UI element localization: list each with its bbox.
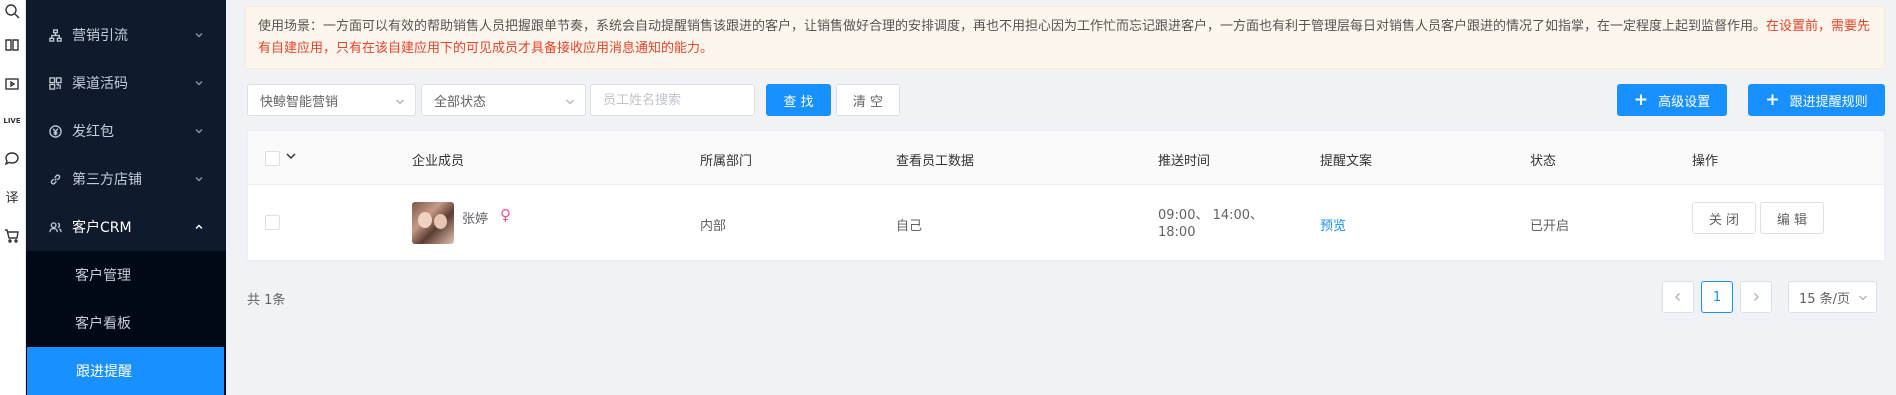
sidebar-item-label: 营销引流 bbox=[72, 28, 128, 44]
page-size-select[interactable]: 15 条/页 bbox=[1788, 281, 1877, 313]
yen-icon bbox=[48, 124, 62, 138]
follow-up-rule-button[interactable]: + 跟进提醒规则 bbox=[1748, 84, 1885, 116]
department-cell: 内部 bbox=[700, 219, 727, 234]
sidebar-item-label: 第三方店铺 bbox=[72, 172, 142, 188]
sidebar-item-channel-code[interactable]: 渠道活码 bbox=[26, 59, 226, 107]
sitemap-icon bbox=[48, 28, 62, 42]
chevron-left-icon bbox=[1675, 293, 1680, 301]
sidebar-item-third-party-store[interactable]: 第三方店铺 bbox=[26, 155, 226, 203]
select-dropdown-chevron-icon[interactable] bbox=[285, 150, 297, 166]
header-member: 企业成员 bbox=[412, 154, 465, 169]
crm-submenu: 客户管理 客户看板 跟进提醒 bbox=[26, 251, 226, 395]
sidebar-item-label: 客户CRM bbox=[72, 220, 132, 236]
chevron-down-icon bbox=[192, 78, 206, 88]
member-name: 张婷 bbox=[462, 212, 489, 227]
header-status: 状态 bbox=[1530, 154, 1557, 169]
push-time-line2: 18:00 bbox=[1158, 225, 1196, 240]
page-1-button[interactable]: 1 bbox=[1701, 281, 1733, 313]
header-push-time: 推送时间 bbox=[1158, 154, 1211, 169]
sidebar: 营销引流 渠道活码 发红包 第三方店铺 客户CRM 客户管理 客户看板 跟进提醒 bbox=[26, 0, 226, 395]
qrcode-icon bbox=[48, 76, 62, 90]
chevron-down-icon bbox=[395, 96, 405, 111]
sidebar-item-customer-management[interactable]: 客户管理 bbox=[26, 251, 226, 299]
advanced-settings-button[interactable]: + 高级设置 bbox=[1617, 84, 1727, 116]
plus-icon: + bbox=[1765, 90, 1780, 110]
edit-button[interactable]: 编 辑 bbox=[1760, 202, 1824, 234]
status-cell: 已开启 bbox=[1530, 219, 1570, 234]
sidebar-item-label: 渠道活码 bbox=[72, 76, 128, 92]
reminder-table: 企业成员 所属部门 查看员工数据 推送时间 提醒文案 状态 操作 张婷 ♀ 内部… bbox=[247, 130, 1885, 261]
video-icon[interactable] bbox=[3, 75, 21, 93]
chevron-down-icon bbox=[192, 126, 206, 136]
sidebar-item-customer-dashboard[interactable]: 客户看板 bbox=[26, 299, 226, 347]
preview-link[interactable]: 预览 bbox=[1320, 215, 1346, 234]
chevron-down-icon bbox=[192, 30, 206, 40]
search-button[interactable]: 查 找 bbox=[766, 84, 831, 116]
row-checkbox[interactable] bbox=[265, 215, 280, 230]
book-icon[interactable] bbox=[3, 36, 21, 54]
header-actions: 操作 bbox=[1692, 154, 1719, 169]
icon-rail: LIVE 译 bbox=[0, 0, 26, 395]
users-icon bbox=[48, 220, 62, 234]
follow-up-rule-label: 跟进提醒规则 bbox=[1789, 94, 1868, 110]
translate-icon[interactable]: 译 bbox=[3, 187, 21, 206]
push-time-line1: 09:00、 14:00、 bbox=[1158, 208, 1264, 223]
notice-text: 使用场景：一方面可以有效的帮助销售人员把握跟单节奏，系统会自动提醒销售该跟进的客… bbox=[258, 19, 1767, 34]
total-count: 共 1条 bbox=[247, 293, 286, 308]
header-data-scope: 查看员工数据 bbox=[896, 154, 975, 169]
app-select[interactable]: 快鲸智能营销 bbox=[247, 84, 416, 116]
chevron-down-icon bbox=[565, 96, 575, 111]
live-icon[interactable]: LIVE bbox=[3, 112, 21, 130]
sidebar-item-red-packet[interactable]: 发红包 bbox=[26, 107, 226, 155]
prev-page-button[interactable] bbox=[1662, 281, 1694, 313]
translate-icon-text: 译 bbox=[5, 190, 19, 206]
plus-icon: + bbox=[1633, 90, 1649, 110]
header-reminder-copy: 提醒文案 bbox=[1320, 154, 1373, 169]
cart-icon[interactable] bbox=[3, 227, 21, 245]
header-department: 所属部门 bbox=[700, 154, 753, 169]
avatar bbox=[412, 202, 454, 244]
female-icon: ♀ bbox=[500, 206, 511, 224]
sidebar-item-follow-up-reminder[interactable]: 跟进提醒 bbox=[27, 347, 224, 395]
chevron-down-icon bbox=[1859, 295, 1867, 301]
advanced-settings-label: 高级设置 bbox=[1658, 94, 1711, 110]
chevron-right-icon bbox=[1754, 293, 1759, 301]
sidebar-item-label: 发红包 bbox=[72, 124, 114, 140]
clear-button[interactable]: 清 空 bbox=[836, 84, 900, 116]
select-all-checkbox[interactable] bbox=[265, 151, 280, 166]
sidebar-item-customer-crm[interactable]: 客户CRM bbox=[26, 203, 226, 251]
link-icon bbox=[48, 172, 62, 186]
next-page-button[interactable] bbox=[1740, 281, 1772, 313]
status-select[interactable]: 全部状态 bbox=[421, 84, 586, 116]
employee-search-input[interactable] bbox=[590, 84, 755, 116]
chat-icon[interactable] bbox=[3, 150, 21, 168]
status-select-value: 全部状态 bbox=[434, 94, 487, 110]
close-button[interactable]: 关 闭 bbox=[1692, 202, 1756, 234]
app-select-value: 快鲸智能营销 bbox=[260, 94, 339, 110]
search-icon[interactable] bbox=[3, 2, 21, 20]
chevron-up-icon bbox=[192, 222, 206, 232]
chevron-down-icon bbox=[192, 174, 206, 184]
sidebar-item-marketing[interactable]: 营销引流 bbox=[26, 11, 226, 59]
page-size-value: 15 条/页 bbox=[1799, 291, 1851, 307]
data-scope-cell: 自己 bbox=[896, 219, 923, 234]
usage-notice: 使用场景：一方面可以有效的帮助销售人员把握跟单节奏，系统会自动提醒销售该跟进的客… bbox=[245, 6, 1885, 69]
live-icon-text: LIVE bbox=[3, 117, 21, 125]
table-header: 企业成员 所属部门 查看员工数据 推送时间 提醒文案 状态 操作 bbox=[248, 131, 1884, 185]
